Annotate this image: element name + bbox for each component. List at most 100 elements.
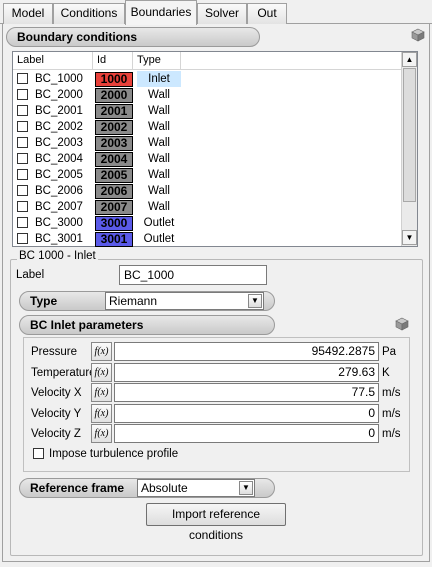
parameter-name: Temperature: [31, 366, 96, 379]
row-id-badge: 2007: [95, 200, 133, 215]
row-checkbox[interactable]: [17, 137, 28, 148]
tab-boundaries[interactable]: Boundaries: [125, 0, 197, 25]
formula-button[interactable]: f(x): [91, 383, 112, 402]
row-label: BC_2003: [35, 137, 83, 149]
tab-conditions[interactable]: Conditions: [53, 3, 125, 24]
parameter-value-input[interactable]: 0: [114, 424, 379, 443]
reference-frame-caption: Reference frame: [30, 481, 125, 495]
list-item[interactable]: BC_2006 2006 Wall: [13, 183, 403, 199]
scroll-down-button[interactable]: ▼: [402, 230, 417, 245]
row-checkbox[interactable]: [17, 233, 28, 244]
row-label: BC_2000: [35, 89, 83, 101]
row-label: BC_2001: [35, 105, 83, 117]
row-id-badge: 2004: [95, 152, 133, 167]
row-label: BC_2006: [35, 185, 83, 197]
parameter-value-input[interactable]: 279.63: [114, 362, 379, 382]
import-reference-conditions-button[interactable]: Import reference conditions: [146, 503, 286, 542]
row-type: Inlet: [137, 71, 181, 87]
list-item[interactable]: BC_2004 2004 Wall: [13, 151, 403, 167]
parameter-value-input[interactable]: 77.5: [114, 383, 379, 402]
scroll-up-button[interactable]: ▲: [402, 52, 417, 67]
cube-icon[interactable]: [395, 317, 409, 331]
row-id-badge: 2001: [95, 104, 133, 119]
parameter-name: Velocity X: [31, 387, 82, 399]
row-label: BC_3001: [35, 233, 83, 245]
row-checkbox[interactable]: [17, 201, 28, 212]
parameter-value-input[interactable]: 95492.2875: [114, 342, 379, 361]
row-checkbox[interactable]: [17, 185, 28, 196]
parameter-name: Velocity Y: [31, 407, 82, 420]
row-label: BC_2002: [35, 121, 83, 133]
list-item[interactable]: BC_2003 2003 Wall: [13, 135, 403, 151]
list-item[interactable]: BC_2000 2000 Wall: [13, 87, 403, 103]
list-item[interactable]: BC_3001 3001 Outlet: [13, 231, 403, 247]
parameter-name: Velocity Z: [31, 428, 81, 440]
turbulence-checkbox[interactable]: [33, 448, 44, 459]
cube-icon[interactable]: [411, 28, 425, 42]
tab-out[interactable]: Out: [247, 3, 287, 24]
row-type: Outlet: [143, 233, 175, 245]
list-scrollbar[interactable]: ▲ ▼: [401, 52, 417, 246]
boundary-list[interactable]: Label Id Type BC_1000 1000 Inlet BC_2000 200…: [12, 51, 418, 247]
turbulence-label: Impose turbulence profile: [49, 448, 179, 460]
inlet-parameters-header: BC Inlet parameters: [19, 315, 275, 335]
row-checkbox[interactable]: [17, 73, 28, 84]
row-id-badge: 2000: [95, 88, 133, 103]
parameter-unit: m/s: [382, 407, 401, 420]
list-item[interactable]: BC_2005 2005 Wall: [13, 167, 403, 183]
row-id-badge: 2005: [95, 168, 133, 183]
row-type: Wall: [148, 105, 170, 117]
formula-button[interactable]: f(x): [91, 342, 112, 361]
row-id-badge: 2006: [95, 184, 133, 199]
reference-frame-value: Absolute: [141, 481, 188, 495]
parameter-unit: m/s: [382, 387, 401, 399]
tab-bar: Model Conditions Boundaries Solver Out: [0, 0, 432, 25]
row-type: Wall: [148, 153, 170, 165]
row-label: BC_3000: [35, 217, 83, 229]
row-label: BC_2007: [35, 201, 83, 213]
boundary-conditions-header: Boundary conditions: [6, 27, 260, 47]
row-checkbox[interactable]: [17, 89, 28, 100]
formula-button[interactable]: f(x): [91, 424, 112, 443]
label-input[interactable]: BC_1000: [119, 265, 267, 285]
row-id-badge: 2002: [95, 120, 133, 135]
column-id[interactable]: Id: [93, 52, 133, 70]
chevron-down-icon[interactable]: ▼: [239, 481, 253, 495]
row-checkbox[interactable]: [17, 217, 28, 228]
row-checkbox[interactable]: [17, 169, 28, 180]
row-type: Wall: [148, 137, 170, 149]
chevron-down-icon[interactable]: ▼: [248, 294, 262, 308]
list-header: Label Id Type: [13, 52, 403, 70]
list-item[interactable]: BC_2002 2002 Wall: [13, 119, 403, 135]
parameter-value-input[interactable]: 0: [114, 403, 379, 423]
column-label[interactable]: Label: [13, 52, 93, 70]
row-id-badge: 3001: [95, 232, 133, 247]
formula-button[interactable]: f(x): [91, 403, 112, 423]
list-item[interactable]: BC_2001 2001 Wall: [13, 103, 403, 119]
row-checkbox[interactable]: [17, 121, 28, 132]
row-label: BC_2005: [35, 169, 83, 181]
row-checkbox[interactable]: [17, 105, 28, 116]
tab-solver[interactable]: Solver: [197, 3, 247, 24]
parameter-unit: K: [382, 366, 390, 379]
row-label: BC_1000: [35, 73, 83, 85]
scroll-thumb[interactable]: [403, 68, 416, 202]
row-checkbox[interactable]: [17, 153, 28, 164]
formula-button[interactable]: f(x): [91, 362, 112, 382]
parameter-name: Pressure: [31, 346, 78, 358]
list-item[interactable]: BC_2007 2007 Wall: [13, 199, 403, 215]
row-id-badge: 2003: [95, 136, 133, 151]
reference-frame-select[interactable]: Absolute ▼: [137, 479, 255, 497]
row-type: Wall: [148, 169, 170, 181]
type-value: Riemann: [109, 294, 158, 308]
list-item[interactable]: BC_1000 1000 Inlet: [13, 71, 403, 87]
list-item[interactable]: BC_3000 3000 Outlet: [13, 215, 403, 231]
column-type[interactable]: Type: [133, 52, 181, 70]
parameter-unit: Pa: [382, 346, 397, 358]
bc-detail-title: BC 1000 - Inlet: [17, 250, 98, 262]
row-type: Wall: [148, 185, 170, 197]
type-select[interactable]: Riemann ▼: [105, 292, 264, 310]
row-label: BC_2004: [35, 153, 83, 165]
type-caption: Type: [30, 294, 58, 308]
tab-model[interactable]: Model: [3, 3, 53, 24]
